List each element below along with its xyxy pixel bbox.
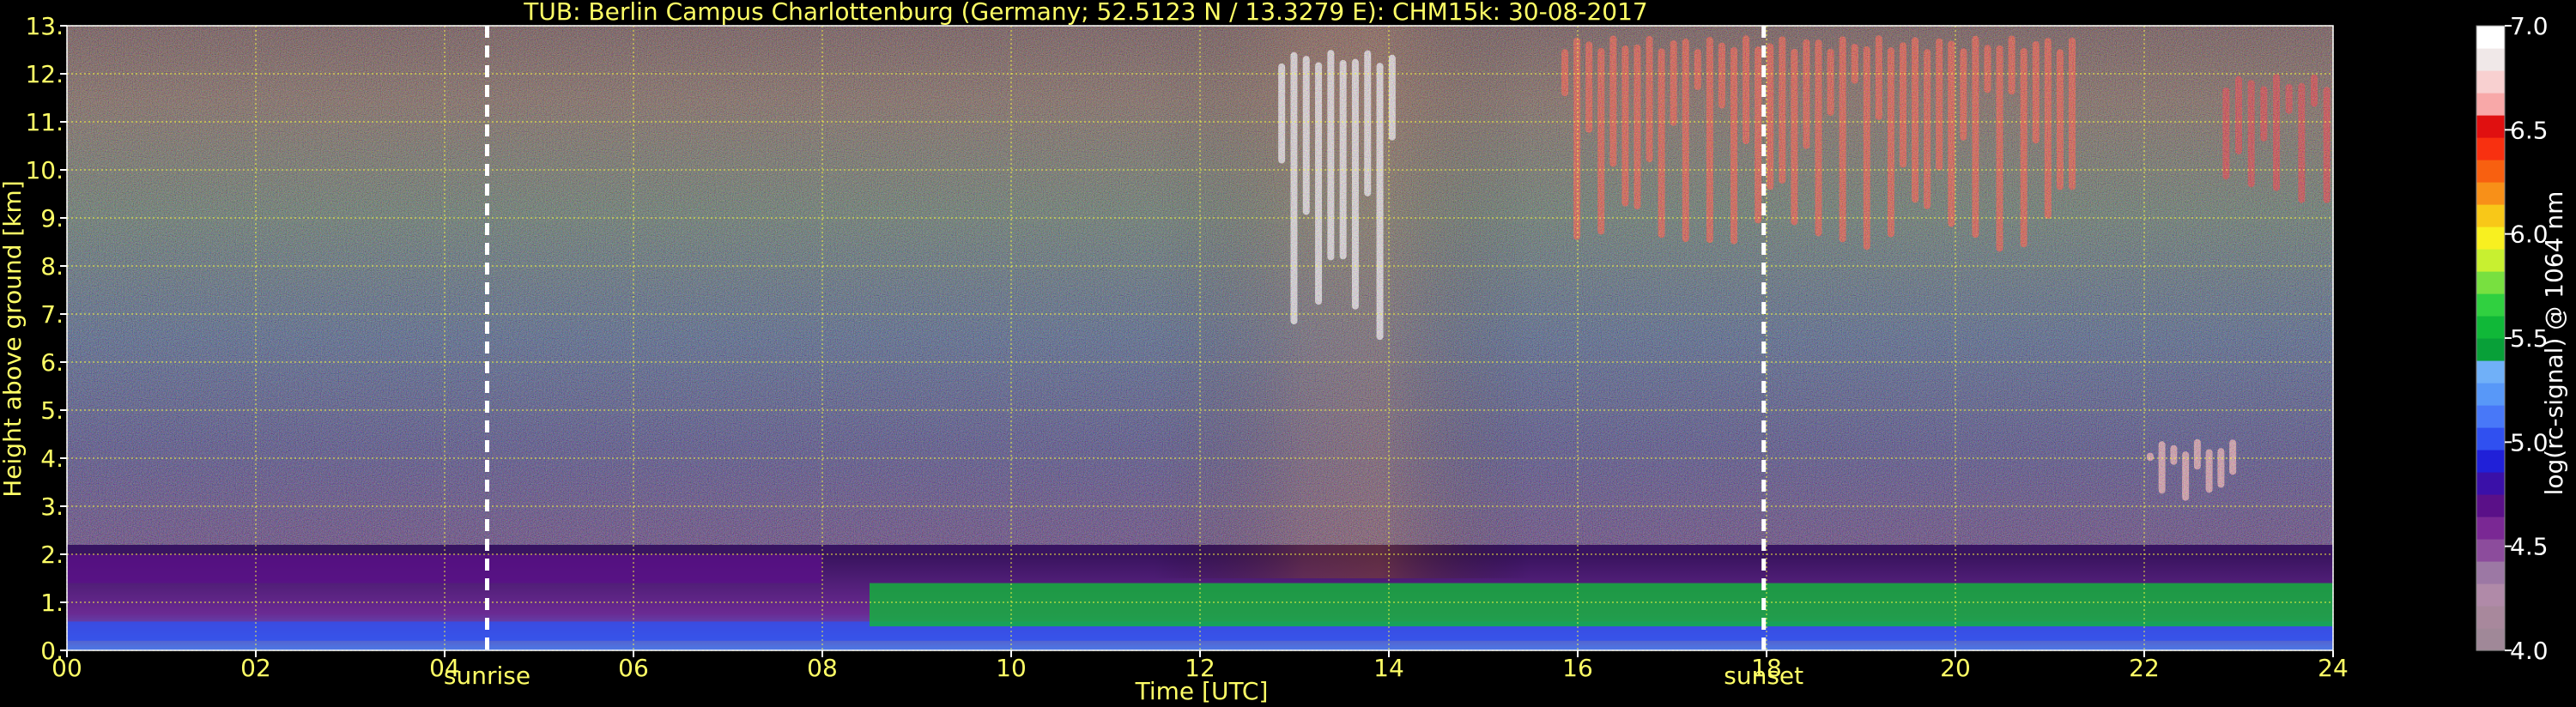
colorbar-segment (2476, 137, 2505, 160)
colorbar-segment (2476, 583, 2505, 607)
y-tick-label: 9. (40, 204, 64, 233)
colorbar-segment (2476, 450, 2505, 473)
chart-title: TUB: Berlin Campus Charlottenburg (Germa… (523, 0, 1647, 26)
colorbar-tick-label: 4.0 (2510, 637, 2549, 665)
colorbar-segment (2476, 227, 2505, 250)
colorbar-segment (2476, 338, 2505, 361)
colorbar-segment (2476, 427, 2505, 450)
x-tick-label: 10 (996, 654, 1027, 682)
x-tick-label: 22 (2129, 654, 2160, 682)
x-tick-label: 18 (1751, 654, 1782, 682)
plot-area (67, 26, 2333, 650)
x-tick-label: 04 (429, 654, 460, 682)
colorbar-segment (2476, 115, 2505, 138)
y-tick-label: 0. (40, 637, 64, 665)
x-tick-label: 16 (1562, 654, 1593, 682)
y-tick-label: 1. (40, 589, 64, 617)
colorbar-segment (2476, 561, 2505, 584)
x-tick-label: 06 (618, 654, 649, 682)
y-tick-label: 10. (25, 156, 64, 184)
colorbar-segment (2476, 93, 2505, 116)
y-tick-label: 8. (40, 252, 64, 281)
y-tick-label: 2. (40, 541, 64, 569)
colorbar: 4.04.55.05.56.06.57.0 (2476, 12, 2549, 665)
colorbar-segment (2476, 628, 2505, 651)
colorbar-segment (2476, 48, 2505, 71)
y-tick-label: 7. (40, 300, 64, 329)
x-tick-label: 08 (807, 654, 838, 682)
x-tick-label: 24 (2318, 654, 2349, 682)
colorbar-segment (2476, 316, 2505, 339)
x-tick-label: 02 (240, 654, 271, 682)
colorbar-segment (2476, 26, 2505, 49)
signal-layer (870, 583, 2333, 626)
colorbar-segment (2476, 160, 2505, 183)
colorbar-segment (2476, 517, 2505, 540)
colorbar-tick-label: 7.0 (2510, 12, 2549, 40)
layer-band (870, 583, 2333, 626)
colorbar-tick-label: 4.5 (2510, 533, 2549, 561)
y-tick-label: 5. (40, 396, 64, 425)
y-tick-label: 4. (40, 444, 64, 473)
colorbar-segment (2476, 360, 2505, 384)
colorbar-segment (2476, 405, 2505, 428)
y-axis-label: Height above ground [km] (0, 180, 27, 498)
x-tick-label: 20 (1940, 654, 1971, 682)
colorbar-segment (2476, 383, 2505, 406)
colorbar-segment (2476, 494, 2505, 517)
y-tick-label: 13. (25, 12, 64, 40)
colorbar-label: log(rc-signal) @ 1064 nm (2540, 191, 2568, 496)
x-tick-label: 14 (1373, 654, 1404, 682)
y-tick-label: 11. (25, 108, 64, 136)
colorbar-tick-label: 6.5 (2510, 116, 2549, 144)
colorbar-segment (2476, 249, 2505, 272)
colorbar-segment (2476, 539, 2505, 562)
colorbar-segment (2476, 606, 2505, 629)
colorbar-segment (2476, 293, 2505, 317)
colorbar-segment (2476, 182, 2505, 205)
y-tick-label: 3. (40, 492, 64, 521)
colorbar-segment (2476, 271, 2505, 294)
y-tick-label: 12. (25, 60, 64, 88)
x-axis-label: Time [UTC] (1135, 677, 1269, 705)
colorbar-segment (2476, 204, 2505, 227)
quicklook-chart: sunrise sunset 00 02 04 06 08 10 12 14 16 18 20 22 24… (0, 0, 2568, 705)
colorbar-segment (2476, 472, 2505, 495)
colorbar-segment (2476, 70, 2505, 94)
y-tick-label: 6. (40, 348, 64, 377)
